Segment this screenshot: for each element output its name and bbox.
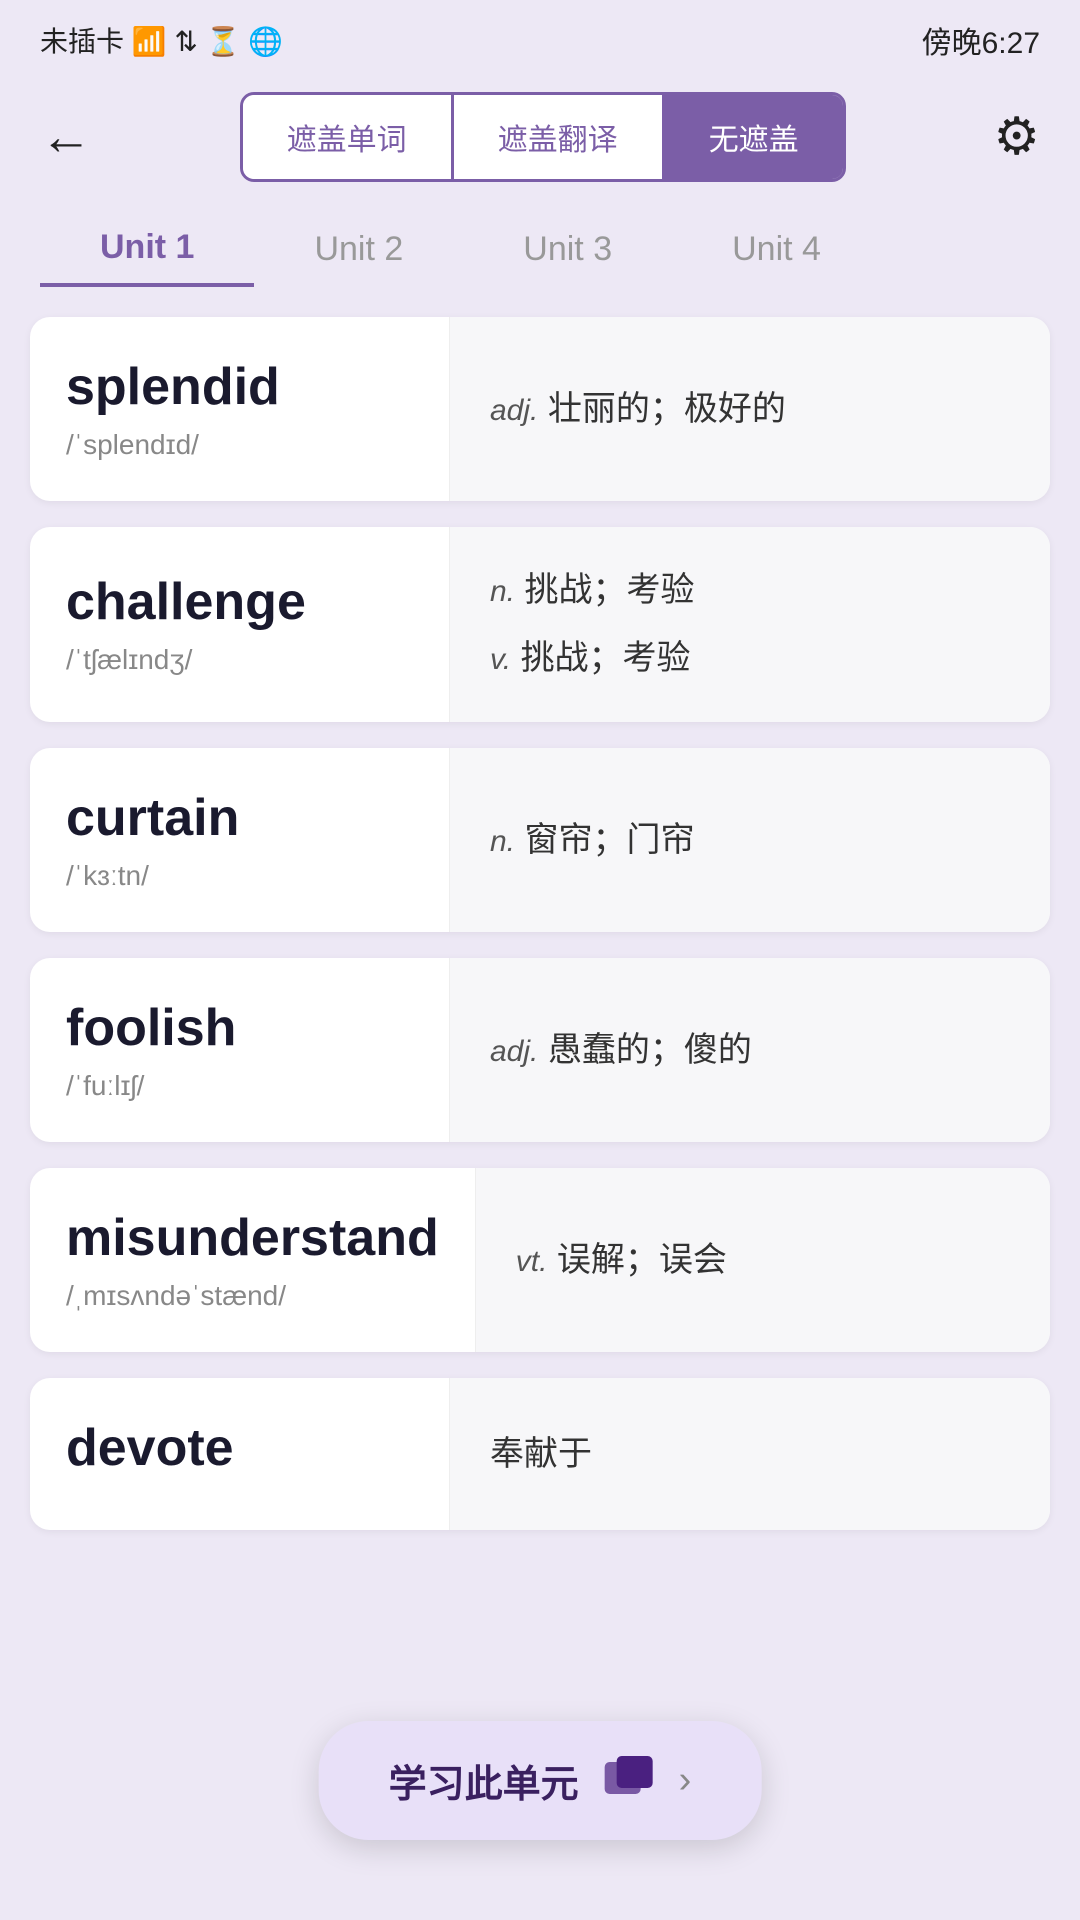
cta-label: 学习此单元 bbox=[389, 1753, 579, 1808]
back-button[interactable]: ← bbox=[40, 111, 92, 163]
word-meaning: n. 挑战；考验 bbox=[490, 563, 1010, 617]
tab-unit4[interactable]: Unit 4 bbox=[672, 212, 881, 287]
settings-button[interactable]: ⚙ bbox=[993, 107, 1040, 167]
word-meaning: adj. 壮丽的；极好的 bbox=[490, 382, 1010, 436]
study-unit-button[interactable]: 学习此单元 › bbox=[319, 1721, 762, 1840]
word-left: challenge /ˈtʃælɪndʒ/ bbox=[30, 527, 450, 722]
word-meaning: 奉献于 bbox=[490, 1427, 1010, 1481]
word-right: adj. 壮丽的；极好的 bbox=[450, 317, 1050, 501]
word-right: n. 窗帘；门帘 bbox=[450, 748, 1050, 932]
word-text: splendid bbox=[66, 357, 413, 417]
word-meaning: n. 窗帘；门帘 bbox=[490, 813, 1010, 867]
word-right: adj. 愚蠢的；傻的 bbox=[450, 958, 1050, 1142]
filter-hide-trans[interactable]: 遮盖翻译 bbox=[454, 95, 665, 179]
table-row: devote 奉献于 bbox=[30, 1378, 1050, 1530]
word-phonetic: /ˈkɜːtn/ bbox=[66, 860, 413, 892]
table-row: curtain /ˈkɜːtn/ n. 窗帘；门帘 bbox=[30, 748, 1050, 932]
tab-unit2[interactable]: Unit 2 bbox=[254, 212, 463, 287]
word-meaning-2: v. 挑战；考验 bbox=[490, 631, 1010, 685]
word-left: devote bbox=[30, 1378, 450, 1530]
word-text: misunderstand bbox=[66, 1208, 439, 1268]
word-text: devote bbox=[66, 1418, 413, 1478]
filter-group: 遮盖单词 遮盖翻译 无遮盖 bbox=[240, 92, 846, 182]
word-text: foolish bbox=[66, 998, 413, 1058]
tab-unit3[interactable]: Unit 3 bbox=[463, 212, 672, 287]
word-phonetic: /ˈsplendɪd/ bbox=[66, 429, 413, 461]
status-right: 傍晚6:27 bbox=[922, 18, 1040, 62]
word-right: 奉献于 bbox=[450, 1378, 1050, 1530]
table-row: splendid /ˈsplendɪd/ adj. 壮丽的；极好的 bbox=[30, 317, 1050, 501]
table-row: challenge /ˈtʃælɪndʒ/ n. 挑战；考验 v. 挑战；考验 bbox=[30, 527, 1050, 722]
word-left: misunderstand /ˌmɪsʌndəˈstænd/ bbox=[30, 1168, 476, 1352]
chevron-right-icon: › bbox=[679, 1759, 692, 1802]
word-text: curtain bbox=[66, 788, 413, 848]
word-left: foolish /ˈfuːlɪʃ/ bbox=[30, 958, 450, 1142]
filter-hide-word[interactable]: 遮盖单词 bbox=[243, 95, 454, 179]
status-time: 傍晚6:27 bbox=[922, 18, 1040, 62]
table-row: foolish /ˈfuːlɪʃ/ adj. 愚蠢的；傻的 bbox=[30, 958, 1050, 1142]
top-nav: ← 遮盖单词 遮盖翻译 无遮盖 ⚙ bbox=[0, 72, 1080, 202]
word-meaning: vt. 误解；误会 bbox=[516, 1233, 1010, 1287]
tab-unit1[interactable]: Unit 1 bbox=[40, 212, 254, 287]
filter-no-hide[interactable]: 无遮盖 bbox=[665, 95, 843, 179]
word-phonetic: /ˌmɪsʌndəˈstænd/ bbox=[66, 1280, 439, 1312]
word-phonetic: /ˈfuːlɪʃ/ bbox=[66, 1070, 413, 1102]
unit-tabs: Unit 1 Unit 2 Unit 3 Unit 4 bbox=[0, 202, 1080, 317]
cards-icon bbox=[603, 1754, 655, 1808]
word-list: splendid /ˈsplendɪd/ adj. 壮丽的；极好的 challe… bbox=[0, 317, 1080, 1530]
word-phonetic: /ˈtʃælɪndʒ/ bbox=[66, 644, 413, 676]
word-meaning: adj. 愚蠢的；傻的 bbox=[490, 1023, 1010, 1077]
status-bar: 未插卡 📶 ⇅ ⏳ 🌐 傍晚6:27 bbox=[0, 0, 1080, 72]
word-right: vt. 误解；误会 bbox=[476, 1168, 1050, 1352]
word-right: n. 挑战；考验 v. 挑战；考验 bbox=[450, 527, 1050, 722]
word-text: challenge bbox=[66, 572, 413, 632]
status-left-text: 未插卡 📶 ⇅ ⏳ 🌐 bbox=[40, 20, 283, 60]
word-left: curtain /ˈkɜːtn/ bbox=[30, 748, 450, 932]
word-left: splendid /ˈsplendɪd/ bbox=[30, 317, 450, 501]
table-row: misunderstand /ˌmɪsʌndəˈstænd/ vt. 误解；误会 bbox=[30, 1168, 1050, 1352]
status-left: 未插卡 📶 ⇅ ⏳ 🌐 bbox=[40, 20, 283, 60]
